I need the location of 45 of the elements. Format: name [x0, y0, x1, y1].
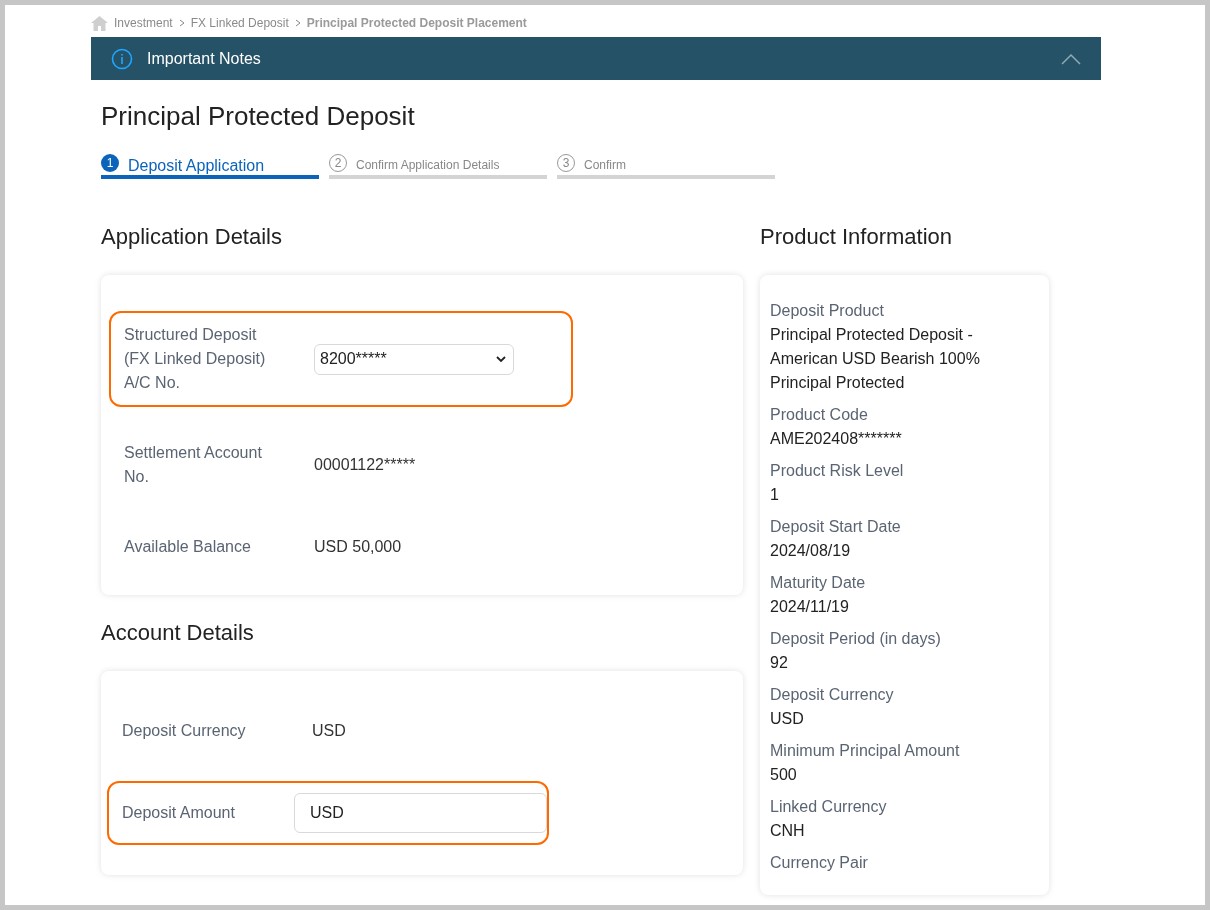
- info-label: Deposit Period (in days): [770, 629, 942, 649]
- info-value: Principal Protected Deposit - American USD Bearish 100% Principal Protected: [770, 325, 981, 393]
- field-label: Deposit Amount: [122, 803, 236, 823]
- field-value: USD 50,000: [314, 537, 402, 557]
- info-value: CNH: [770, 821, 806, 841]
- info-label: Product Code: [770, 405, 869, 425]
- info-label: Product Risk Level: [770, 461, 905, 481]
- field-value: USD: [312, 721, 346, 741]
- info-label: Minimum Principal Amount: [770, 741, 961, 761]
- notes-banner[interactable]: Important Notes: [91, 37, 1101, 80]
- info-icon: [111, 47, 133, 70]
- section-title: Application Details: [101, 223, 283, 251]
- chevron-up-icon[interactable]: [1061, 52, 1081, 65]
- field-label: Settlement Account No.: [124, 443, 263, 487]
- field-label: Deposit Currency: [122, 721, 247, 741]
- account-select[interactable]: 8200*****: [314, 343, 514, 375]
- field-value: 00001122*****: [314, 455, 416, 475]
- breadcrumb-link[interactable]: Investment: [114, 14, 173, 32]
- step-tab[interactable]: 1 Deposit Application: [101, 154, 319, 179]
- info-value: USD: [770, 709, 805, 729]
- info-label: Deposit Currency: [770, 685, 895, 705]
- info-value: 1: [770, 485, 780, 505]
- breadcrumb-link[interactable]: Principal Protected Deposit Placement: [306, 14, 527, 32]
- info-value: 500: [770, 765, 798, 785]
- amount-input[interactable]: USD: [294, 793, 547, 833]
- chevron-right-icon: [294, 19, 301, 27]
- section-title: Account Details: [101, 619, 255, 647]
- info-value: 2024/11/19: [770, 597, 850, 617]
- breadcrumb-link[interactable]: FX Linked Deposit: [190, 14, 289, 32]
- field-label: Available Balance: [124, 537, 252, 557]
- info-label: Maturity Date: [770, 573, 867, 593]
- section-title: Product Information: [760, 223, 953, 251]
- banner-title: Important Notes: [147, 48, 262, 69]
- info-label: Deposit Product: [770, 301, 885, 321]
- step-tab[interactable]: 2 Confirm Application Details: [329, 154, 547, 179]
- info-label: Currency Pair: [770, 853, 869, 873]
- info-value: 92: [770, 653, 789, 673]
- field-label: Structured Deposit (FX Linked Deposit) A/C No.: [124, 325, 267, 393]
- step-tab[interactable]: 3 Confirm: [557, 154, 775, 179]
- info-label: Linked Currency: [770, 797, 888, 817]
- info-label: Deposit Start Date: [770, 517, 902, 537]
- info-value: AME202408*******: [770, 429, 903, 449]
- info-value: 2024/08/19: [770, 541, 852, 561]
- page-title: Principal Protected Deposit: [101, 100, 416, 132]
- chevron-right-icon: [178, 19, 185, 27]
